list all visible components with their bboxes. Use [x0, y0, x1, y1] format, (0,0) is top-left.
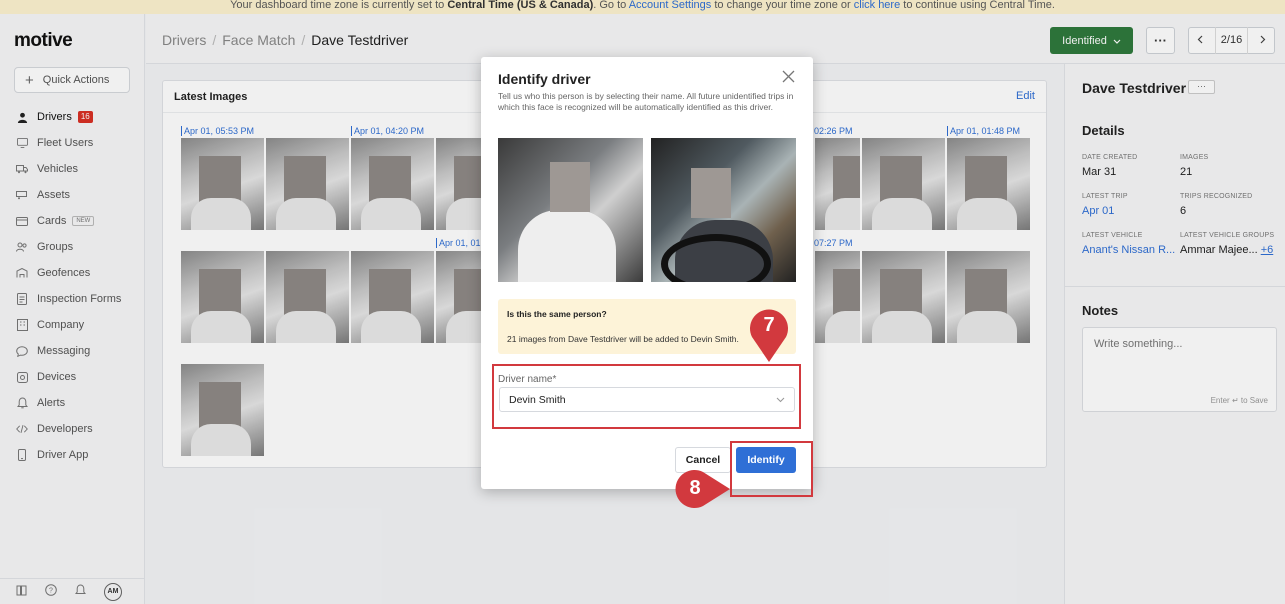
notice-question: Is this the same person? [507, 309, 607, 319]
close-icon[interactable] [782, 70, 795, 87]
face-photo-current [498, 138, 643, 282]
modal-title: Identify driver [498, 71, 591, 87]
notice-message: 21 images from Dave Testdriver will be a… [507, 334, 739, 344]
step-8-highlight [730, 441, 813, 497]
photo-detail [518, 210, 616, 282]
modal-description: Tell us who this person is by selecting … [498, 91, 794, 112]
step-7-number: 7 [763, 314, 775, 336]
face-photo-match [651, 138, 796, 282]
step-8-number: 8 [689, 477, 701, 499]
step-7-highlight [492, 364, 801, 429]
blurred-face [550, 162, 590, 212]
blurred-face [691, 168, 731, 218]
